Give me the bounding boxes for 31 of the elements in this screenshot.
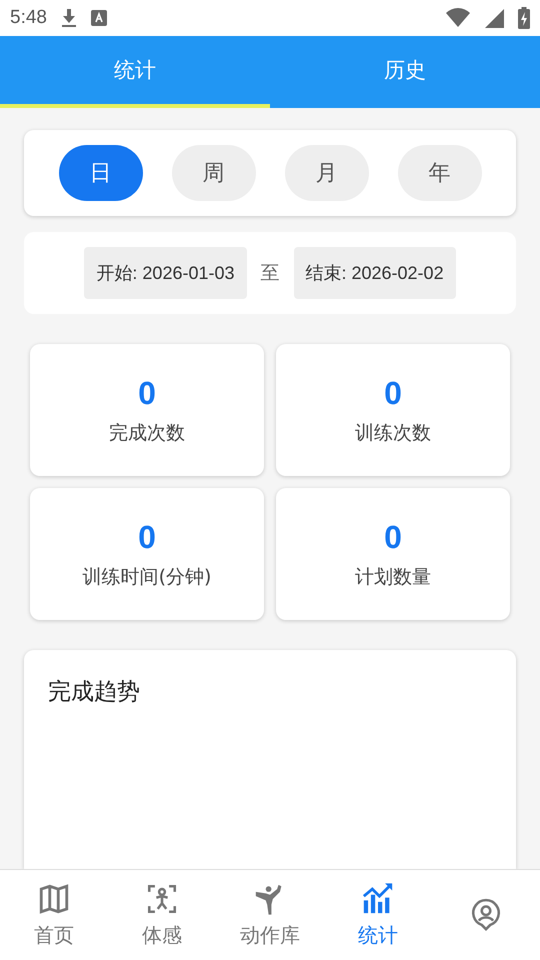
period-button[interactable]: 年 [398, 145, 482, 201]
map-icon [37, 882, 71, 916]
stat-label: 训练次数 [355, 420, 431, 446]
range-separator: 至 [260, 261, 280, 286]
tab[interactable]: 统计 [0, 36, 270, 108]
nav-item[interactable]: 体感 [108, 870, 216, 960]
stat-value: 0 [384, 374, 402, 412]
nav-item[interactable]: 统计 [324, 870, 432, 960]
battery-charging-icon [518, 7, 530, 29]
bar-chart-icon [361, 882, 395, 916]
nav-item[interactable]: 动作库 [216, 870, 324, 960]
stat-label: 完成次数 [109, 420, 185, 446]
nav-item[interactable]: 首页 [0, 870, 108, 960]
stat-value: 0 [138, 374, 156, 412]
signal-icon [484, 8, 504, 28]
stat-value: 0 [384, 518, 402, 556]
wifi-icon [446, 8, 470, 28]
period-button[interactable]: 日 [58, 145, 142, 201]
user-pin-icon [469, 898, 503, 932]
period-button[interactable]: 周 [172, 145, 256, 201]
period-button[interactable]: 月 [284, 145, 368, 201]
end-date-button[interactable]: 结束: 2026-02-02 [294, 247, 456, 299]
stat-label: 训练时间(分钟) [82, 564, 212, 590]
stat-label: 计划数量 [355, 564, 431, 590]
status-time: 5:48 [10, 7, 47, 29]
start-date-button[interactable]: 开始: 2026-01-03 [84, 247, 246, 299]
keyboard-notification-icon [90, 10, 107, 26]
download-icon [60, 8, 77, 28]
trend-title: 完成趋势 [48, 678, 141, 707]
stat-value: 0 [138, 518, 156, 556]
tab[interactable]: 历史 [270, 36, 540, 108]
